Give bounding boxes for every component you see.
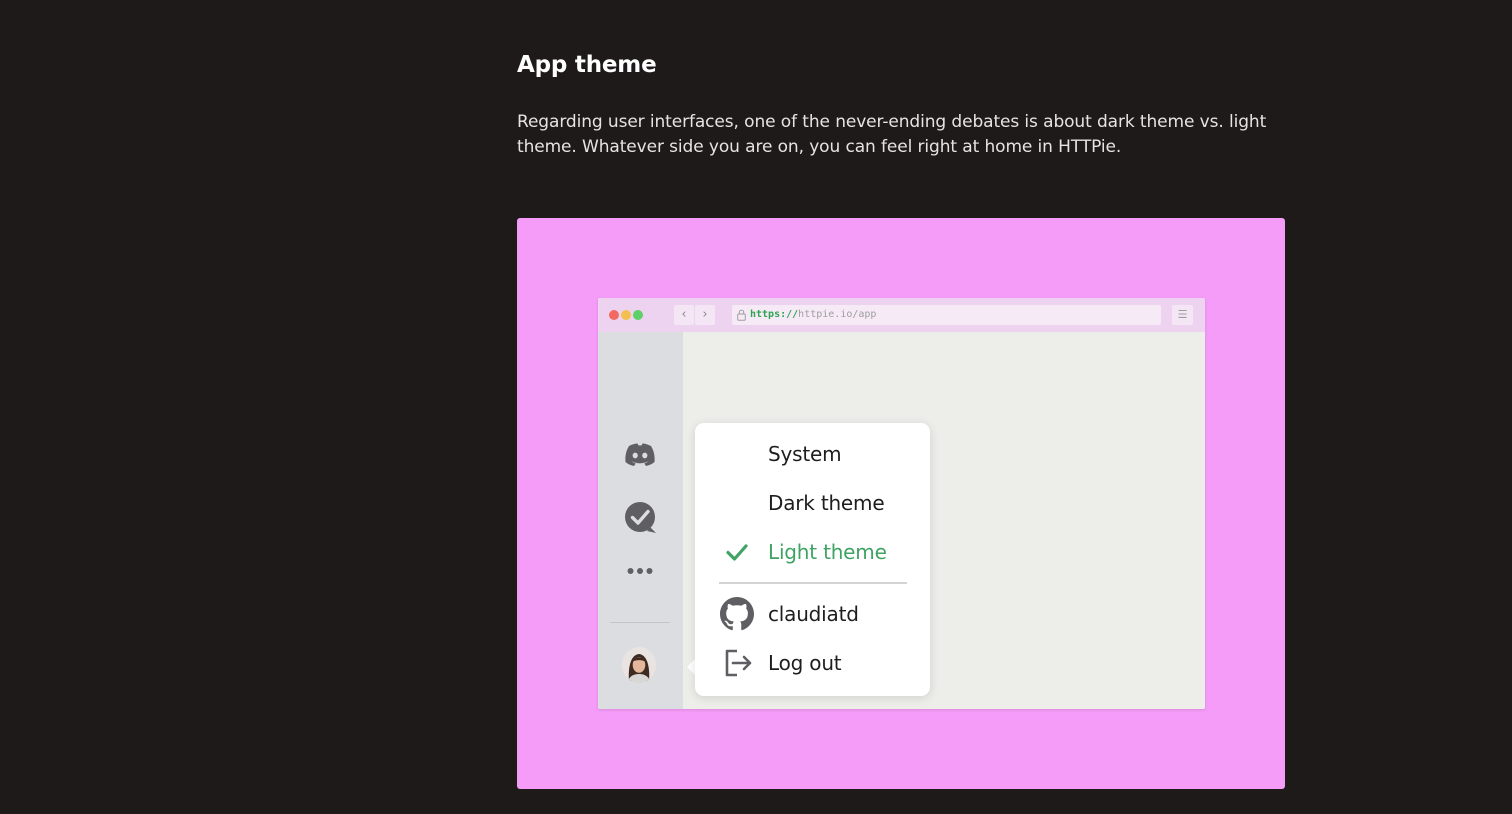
url-host-path: httpie.io/app: [798, 309, 877, 320]
browser-window: ‹ › https://httpie.io/app ☰ System Dark …: [598, 298, 1205, 709]
github-icon: [720, 597, 754, 631]
browser-titlebar: ‹ › https://httpie.io/app ☰: [598, 298, 1205, 332]
theme-dropdown-menu: System Dark theme Light theme claudiatd …: [695, 423, 930, 696]
menu-item-label: Light theme: [768, 540, 887, 564]
menu-item-log-out[interactable]: Log out: [695, 643, 930, 683]
back-button[interactable]: ‹: [674, 305, 694, 325]
menu-item-light-theme[interactable]: Light theme: [695, 532, 930, 572]
minimize-window-dot[interactable]: [621, 310, 631, 320]
forward-button[interactable]: ›: [695, 305, 715, 325]
menu-item-label: Dark theme: [768, 491, 885, 515]
checkmark-icon: [726, 544, 748, 561]
section-title: App theme: [517, 52, 657, 78]
address-bar[interactable]: https://httpie.io/app: [732, 305, 1161, 325]
url-text: https://httpie.io/app: [750, 305, 876, 325]
app-sidebar: [598, 332, 683, 709]
maximize-window-dot[interactable]: [633, 310, 643, 320]
menu-divider: [719, 582, 907, 584]
showcase-panel: ‹ › https://httpie.io/app ☰ System Dark …: [517, 218, 1285, 789]
discord-icon[interactable]: [622, 437, 658, 473]
menu-item-label: Log out: [768, 651, 842, 675]
check-bubble-icon[interactable]: [622, 500, 658, 536]
menu-item-system-theme[interactable]: System: [695, 434, 930, 474]
close-window-dot[interactable]: [609, 310, 619, 320]
menu-item-dark-theme[interactable]: Dark theme: [695, 483, 930, 523]
url-scheme: https://: [750, 309, 799, 320]
menu-item-label: System: [768, 442, 842, 466]
lock-icon: [737, 309, 746, 321]
browser-menu-button[interactable]: ☰: [1172, 305, 1193, 325]
section-description: Regarding user interfaces, one of the ne…: [517, 112, 1267, 157]
menu-item-github-account[interactable]: claudiatd: [695, 594, 930, 634]
sidebar-divider: [610, 622, 670, 623]
logout-icon: [725, 649, 752, 677]
github-username: claudiatd: [768, 602, 859, 626]
more-icon[interactable]: [622, 562, 658, 580]
page: App theme Regarding user interfaces, one…: [0, 0, 1512, 814]
user-avatar[interactable]: [622, 647, 656, 683]
